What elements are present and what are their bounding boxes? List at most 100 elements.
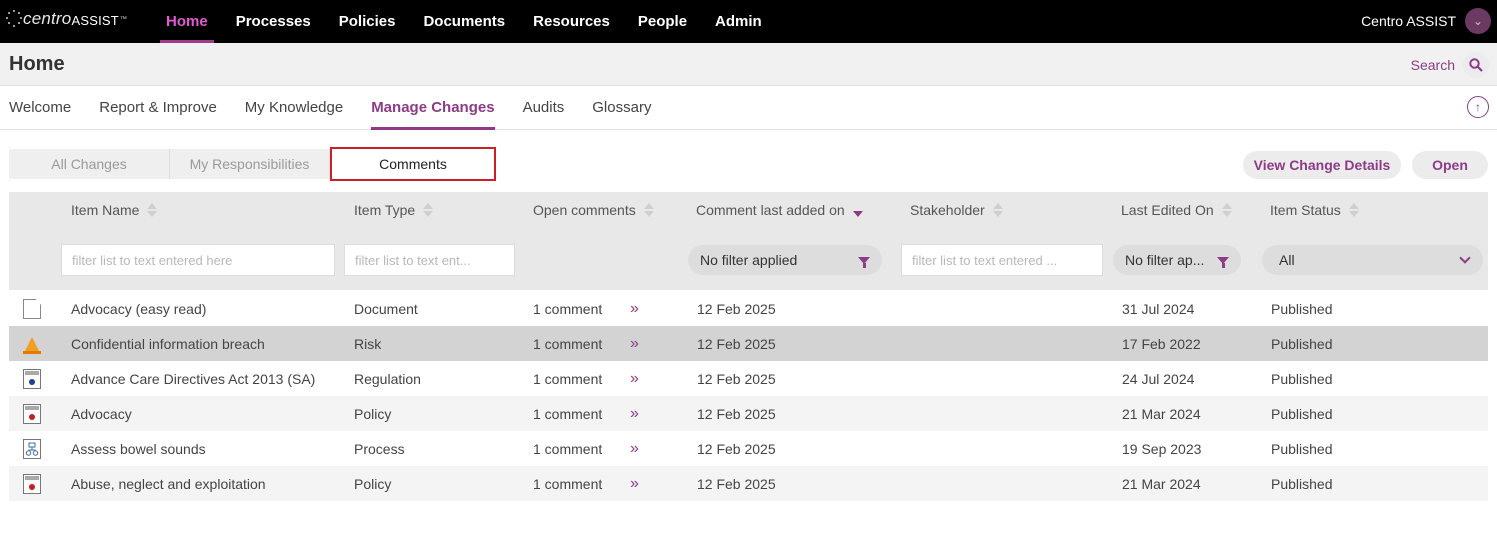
column-comment-last-added[interactable]: Comment last added on (696, 202, 863, 218)
nav-people[interactable]: People (624, 0, 701, 43)
expand-comments-icon[interactable]: » (630, 431, 639, 466)
funnel-icon[interactable] (858, 256, 870, 268)
tab-glossary[interactable]: Glossary (592, 86, 651, 130)
search-control[interactable]: Search (1411, 52, 1489, 78)
table-row[interactable]: Confidential information breach Risk 1 c… (9, 326, 1488, 361)
cell-status: Published (1271, 475, 1333, 492)
logo-text-assist: ASSIST (71, 12, 119, 28)
filter-value: No filter applied (700, 252, 798, 268)
cell-open-comments[interactable]: 1 comment (533, 361, 602, 396)
centro-assist-logo[interactable]: centro ASSIST ™ (6, 9, 127, 29)
column-label: Open comments (533, 202, 636, 218)
cell-comment-added: 12 Feb 2025 (697, 440, 776, 457)
table-row[interactable]: Advocacy (easy read) Document 1 comment … (9, 291, 1488, 326)
open-button[interactable]: Open (1412, 151, 1488, 179)
cell-item-name[interactable]: Confidential information breach (71, 326, 265, 361)
expand-comments-icon[interactable]: » (630, 396, 639, 431)
item-status-select[interactable]: All (1262, 245, 1483, 275)
cell-open-comments[interactable]: 1 comment (533, 396, 602, 431)
logo-burst-icon (6, 10, 22, 28)
sort-desc-icon[interactable] (852, 203, 863, 217)
column-item-name[interactable]: Item Name (71, 202, 158, 218)
nav-resources[interactable]: Resources (519, 0, 624, 43)
cell-item-name[interactable]: Abuse, neglect and exploitation (71, 466, 266, 501)
table-row[interactable]: Advance Care Directives Act 2013 (SA) Re… (9, 361, 1488, 396)
sort-icon[interactable] (643, 203, 654, 217)
sort-icon[interactable] (423, 203, 434, 217)
segment-comments[interactable]: Comments (330, 147, 496, 181)
cell-item-name[interactable]: Advance Care Directives Act 2013 (SA) (71, 361, 315, 396)
cell-status: Published (1271, 405, 1333, 422)
cell-last-edited: 21 Mar 2024 (1122, 405, 1201, 422)
select-value: All (1279, 252, 1295, 268)
comment-date-filter[interactable]: No filter applied (688, 245, 882, 275)
tab-my-knowledge[interactable]: My Knowledge (245, 86, 343, 130)
table-row[interactable]: Abuse, neglect and exploitation Policy 1… (9, 466, 1488, 501)
upload-icon[interactable]: ↑ (1467, 96, 1489, 118)
sort-icon[interactable] (147, 203, 158, 217)
sort-icon[interactable] (1348, 203, 1359, 217)
sort-icon[interactable] (992, 203, 1003, 217)
column-item-type[interactable]: Item Type (354, 202, 434, 218)
cell-item-type: Policy (354, 475, 392, 492)
search-icon[interactable] (1463, 52, 1489, 78)
nav-home[interactable]: Home (152, 0, 222, 43)
stakeholder-filter-input[interactable]: filter list to text entered ... (901, 244, 1103, 276)
policy-icon (23, 474, 41, 494)
tab-report-improve[interactable]: Report & Improve (99, 86, 217, 130)
sort-icon[interactable] (1221, 203, 1232, 217)
expand-comments-icon[interactable]: » (630, 326, 639, 361)
nav-admin[interactable]: Admin (701, 0, 776, 43)
cell-item-name[interactable]: Assess bowel sounds (71, 431, 206, 466)
last-edited-filter[interactable]: No filter ap... (1113, 245, 1241, 275)
top-navigation-bar: centro ASSIST ™ Home Processes Policies Do… (0, 0, 1497, 43)
expand-comments-icon[interactable]: » (630, 361, 639, 396)
cell-last-edited: 31 Jul 2024 (1122, 300, 1195, 317)
tab-audits[interactable]: Audits (523, 86, 565, 130)
view-change-details-button[interactable]: View Change Details (1243, 151, 1401, 179)
nav-documents[interactable]: Documents (409, 0, 519, 43)
table-row[interactable]: Advocacy Policy 1 comment » 12 Feb 2025 … (9, 396, 1488, 431)
cell-last-edited: 17 Feb 2022 (1122, 335, 1201, 352)
main-nav: Home Processes Policies Documents Resour… (152, 0, 776, 43)
tab-manage-changes[interactable]: Manage Changes (371, 86, 495, 130)
cell-comment-added: 12 Feb 2025 (697, 405, 776, 422)
user-menu[interactable]: Centro ASSIST ⌄ (1361, 8, 1491, 34)
cell-open-comments[interactable]: 1 comment (533, 291, 602, 326)
segment-my-responsibilities[interactable]: My Responsibilities (170, 149, 330, 179)
funnel-icon[interactable] (1217, 256, 1229, 268)
chevron-down-icon[interactable] (1459, 252, 1471, 264)
cell-item-type: Policy (354, 405, 392, 422)
table-header: Item Name Item Type Open comments Commen… (9, 192, 1488, 290)
risk-cone-icon (25, 337, 39, 351)
search-label[interactable]: Search (1411, 57, 1455, 73)
cell-item-name[interactable]: Advocacy (easy read) (71, 291, 206, 326)
tab-welcome[interactable]: Welcome (9, 86, 71, 130)
cell-status: Published (1271, 370, 1333, 387)
nav-processes[interactable]: Processes (222, 0, 325, 43)
column-item-status[interactable]: Item Status (1270, 202, 1359, 218)
table-row[interactable]: Assess bowel sounds Process 1 comment » … (9, 431, 1488, 466)
expand-comments-icon[interactable]: » (630, 291, 639, 326)
policy-icon (23, 404, 41, 424)
nav-policies[interactable]: Policies (325, 0, 410, 43)
cell-item-type: Process (354, 440, 405, 457)
item-name-filter-input[interactable]: filter list to text entered here (61, 244, 335, 276)
page-title: Home (9, 52, 65, 75)
column-label: Last Edited On (1121, 202, 1214, 218)
item-type-filter-input[interactable]: filter list to text ent... (344, 244, 515, 276)
changes-toolbar: All Changes My Responsibilities Comments… (0, 130, 1497, 192)
regulation-icon (23, 369, 41, 389)
user-avatar-chevron-icon[interactable]: ⌄ (1465, 8, 1491, 34)
column-last-edited[interactable]: Last Edited On (1121, 202, 1232, 218)
cell-comment-added: 12 Feb 2025 (697, 475, 776, 492)
column-open-comments[interactable]: Open comments (533, 202, 654, 218)
cell-open-comments[interactable]: 1 comment (533, 466, 602, 501)
cell-open-comments[interactable]: 1 comment (533, 431, 602, 466)
column-stakeholder[interactable]: Stakeholder (910, 202, 1003, 218)
cell-open-comments[interactable]: 1 comment (533, 326, 602, 361)
cell-item-name[interactable]: Advocacy (71, 396, 132, 431)
expand-comments-icon[interactable]: » (630, 466, 639, 501)
cell-item-type: Document (354, 300, 418, 317)
segment-all-changes[interactable]: All Changes (9, 149, 170, 179)
